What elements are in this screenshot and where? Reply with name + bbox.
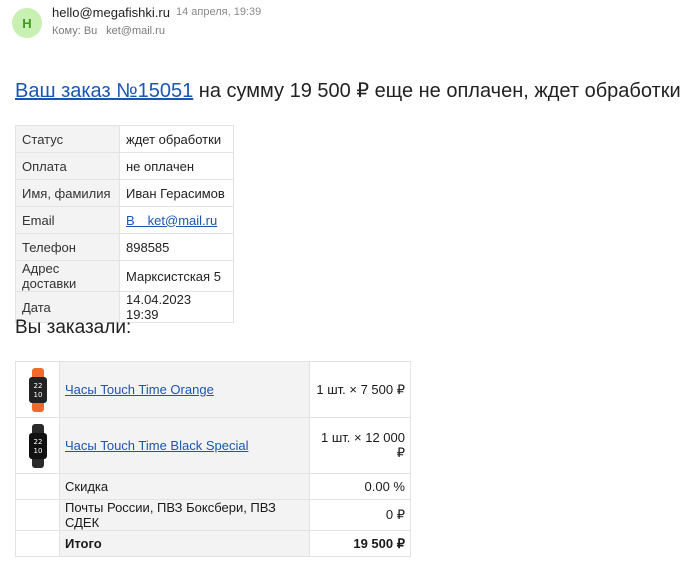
info-label: Email <box>15 206 120 234</box>
recipient-label: Кому: <box>52 25 81 37</box>
empty-cell <box>15 530 60 557</box>
watch-screen-text: 22 <box>33 382 42 390</box>
info-value: B ket@mail.ru <box>119 206 234 234</box>
watch-body <box>28 432 47 459</box>
empty-cell <box>15 473 60 500</box>
order-info-table: Статус ждет обработки Оплата не оплачен … <box>15 125 234 323</box>
product-qty-price: 1 шт. × 12 000 ₽ <box>309 417 411 474</box>
watch-screen-text: 10 <box>33 391 42 399</box>
info-value: Иван Герасимов <box>119 179 234 207</box>
info-value: не оплачен <box>119 152 234 180</box>
product-image-cell: 22 10 <box>15 417 60 474</box>
product-name-cell: Часы Touch Time Black Special <box>59 417 310 474</box>
info-label: Статус <box>15 125 120 153</box>
info-row: Статус ждет обработки <box>15 125 234 153</box>
info-value: 898585 <box>119 233 234 261</box>
orange-watch-image[interactable]: 22 10 <box>27 367 49 412</box>
recipient-address[interactable]: Bu ket@mail.ru <box>84 25 165 37</box>
product-link-orange[interactable]: Часы Touch Time Orange <box>65 382 214 397</box>
order-link[interactable]: Ваш заказ №15051 <box>15 80 193 102</box>
recipient-line: Кому: Bu ket@mail.ru <box>52 25 165 37</box>
info-value: 14.04.2023 19:39 <box>119 291 234 323</box>
customer-email-link[interactable]: B ket@mail.ru <box>126 213 217 228</box>
email-date: 14 апреля, 19:39 <box>176 6 262 18</box>
order-headline-text: на сумму 19 500 ₽ еще не оплачен, ждет о… <box>193 80 681 102</box>
product-row: 22 10 Часы Touch Time Black Special 1 шт… <box>15 417 411 474</box>
info-row: Оплата не оплачен <box>15 152 234 180</box>
watch-screen-text: 10 <box>33 447 42 455</box>
product-image-cell: 22 10 <box>15 361 60 418</box>
info-label: Телефон <box>15 233 120 261</box>
summary-label: Скидка <box>59 473 310 500</box>
info-row: Адрес доставки Марксистская 5 <box>15 260 234 292</box>
total-row: Итого 19 500 ₽ <box>15 530 411 557</box>
empty-cell <box>15 499 60 531</box>
discount-row: Скидка 0.00 % <box>15 473 411 500</box>
sender-address[interactable]: hello@megafishki.ru <box>52 5 170 20</box>
product-name-cell: Часы Touch Time Orange <box>59 361 310 418</box>
watch-body <box>28 376 47 403</box>
delivery-row: Почты России, ПВЗ Боксбери, ПВЗ СДЕК 0 ₽ <box>15 499 411 531</box>
summary-label: Почты России, ПВЗ Боксбери, ПВЗ СДЕК <box>59 499 310 531</box>
black-watch-image[interactable]: 22 10 <box>27 423 49 468</box>
info-row: Email B ket@mail.ru <box>15 206 234 234</box>
sender-avatar[interactable]: H <box>12 8 42 38</box>
product-link-black[interactable]: Часы Touch Time Black Special <box>65 438 248 453</box>
order-headline: Ваш заказ №15051 на сумму 19 500 ₽ еще н… <box>15 78 681 103</box>
info-value: Марксистская 5 <box>119 260 234 292</box>
info-value: ждет обработки <box>119 125 234 153</box>
order-items-table: 22 10 Часы Touch Time Orange 1 шт. × 7 5… <box>15 361 411 557</box>
total-label: Итого <box>59 530 310 557</box>
watch-screen-text: 22 <box>33 438 42 446</box>
summary-value: 0 ₽ <box>309 499 411 531</box>
info-label: Имя, фамилия <box>15 179 120 207</box>
summary-value: 0.00 % <box>309 473 411 500</box>
info-row: Телефон 898585 <box>15 233 234 261</box>
info-row: Имя, фамилия Иван Герасимов <box>15 179 234 207</box>
ordered-title: Вы заказали: <box>15 317 132 338</box>
product-qty-price: 1 шт. × 7 500 ₽ <box>309 361 411 418</box>
info-label: Оплата <box>15 152 120 180</box>
product-row: 22 10 Часы Touch Time Orange 1 шт. × 7 5… <box>15 361 411 418</box>
total-value: 19 500 ₽ <box>309 530 411 557</box>
info-label: Адрес доставки <box>15 260 120 292</box>
email-header: H hello@megafishki.ru 14 апреля, 19:39 К… <box>10 4 690 44</box>
